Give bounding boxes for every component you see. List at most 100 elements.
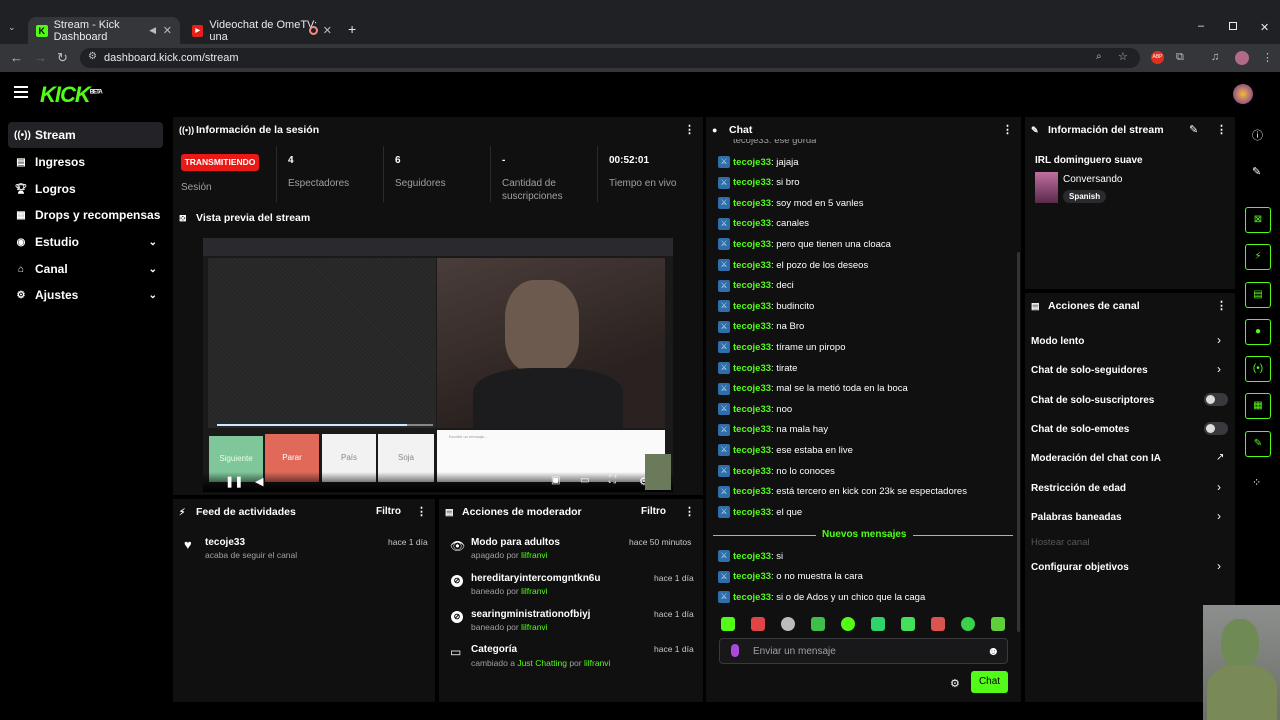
info-icon[interactable]: ⓘ	[1252, 127, 1263, 143]
bookmark-star-icon[interactable]: ☆	[1118, 50, 1128, 63]
mod-item-category[interactable]: Just Chatting	[517, 658, 567, 668]
tab-list-dropdown-icon[interactable]: ⌄	[8, 22, 16, 33]
user-avatar[interactable]	[1233, 84, 1253, 104]
sidebar-item-stream[interactable]: ((•)) Stream	[8, 122, 163, 148]
action-age-restriction[interactable]: Restricción de edad	[1031, 483, 1126, 494]
mod-item-by[interactable]: lilfranvi	[521, 586, 547, 596]
chat-username[interactable]: tecoje33	[733, 198, 771, 209]
chat-username[interactable]: tecoje33	[733, 321, 771, 332]
chat-username[interactable]: tecoje33	[733, 301, 771, 312]
sidebar-item-logros[interactable]: 🏆︎ Logros	[8, 176, 163, 202]
more-options-icon[interactable]: ⋮	[684, 123, 695, 136]
add-widget-icon[interactable]: ⁘	[1252, 476, 1261, 489]
emote-icon[interactable]	[991, 617, 1005, 631]
chat-settings-icon[interactable]: ⚙	[950, 677, 960, 690]
back-icon[interactable]: ←	[10, 50, 23, 65]
external-link-icon[interactable]: ↗	[1216, 452, 1224, 463]
close-window-icon[interactable]: ✕	[1260, 21, 1269, 34]
chat-send-button[interactable]: Chat	[971, 671, 1008, 693]
chat-bubble-icon[interactable]: ●	[1245, 319, 1271, 345]
profile-avatar[interactable]	[1235, 51, 1249, 65]
more-options-icon[interactable]: ⋮	[684, 505, 695, 518]
wrench-icon[interactable]: ✎	[1245, 431, 1271, 457]
emotes-only-toggle[interactable]	[1204, 422, 1228, 435]
mod-item-by[interactable]: lilfranvi	[521, 622, 547, 632]
sidebar-item-drops[interactable]: ▦ Drops y recompensas	[8, 202, 163, 228]
volume-icon[interactable]: ◀	[255, 475, 263, 488]
sidebar-item-ajustes[interactable]: ⚙ Ajustes ⌄	[8, 282, 163, 308]
sidebar-item-ingresos[interactable]: ▤ Ingresos	[8, 149, 163, 175]
forward-icon[interactable]: →	[34, 50, 47, 65]
chat-username[interactable]: tecoje33	[733, 507, 771, 518]
more-options-icon[interactable]: ⋮	[1002, 123, 1013, 136]
action-ai-moderation[interactable]: Moderación del chat con IA	[1031, 453, 1161, 464]
mod-filter-button[interactable]: Filtro	[641, 506, 666, 517]
emote-icon[interactable]	[871, 617, 885, 631]
kick-logo[interactable]: KICKBETA	[40, 82, 103, 108]
theater-icon[interactable]: ▭	[580, 475, 589, 486]
chevron-right-icon[interactable]: ›	[1217, 333, 1221, 347]
emote-icon[interactable]	[931, 617, 945, 631]
close-tab-icon[interactable]: ✕	[323, 24, 332, 37]
ometv-message-input[interactable]: Escribe un mensaje...	[449, 434, 487, 439]
restore-icon[interactable]	[1229, 22, 1237, 30]
chat-scrollbar[interactable]	[1017, 252, 1020, 632]
chevron-right-icon[interactable]: ›	[1217, 509, 1221, 523]
action-slow-mode[interactable]: Modo lento	[1031, 336, 1084, 347]
edit-icon[interactable]: ✎	[1189, 123, 1198, 136]
chat-username[interactable]: tecoje33	[733, 363, 771, 374]
chat-username[interactable]: tecoje33	[733, 592, 771, 603]
chat-username[interactable]: tecoje33	[733, 383, 771, 394]
pip-icon[interactable]: ▣	[551, 475, 560, 486]
emote-icon[interactable]	[751, 617, 765, 631]
browser-menu-icon[interactable]: ⋮	[1262, 51, 1273, 64]
media-controls-icon[interactable]: ♫	[1211, 51, 1219, 63]
chevron-right-icon[interactable]: ›	[1217, 480, 1221, 494]
emote-icon[interactable]	[961, 617, 975, 631]
stream-category[interactable]: Conversando	[1063, 174, 1122, 185]
action-followers-only[interactable]: Chat de solo-seguidores	[1031, 365, 1148, 376]
tab-kick-dashboard[interactable]: K Stream - Kick Dashboard ◀ ✕	[28, 17, 180, 44]
microphone-icon[interactable]	[731, 644, 739, 657]
chat-username[interactable]: tecoje33	[733, 280, 771, 291]
chat-username[interactable]: tecoje33	[733, 424, 771, 435]
mod-item-by[interactable]: lilfranvi	[521, 550, 547, 560]
chat-username[interactable]: tecoje33	[733, 551, 771, 562]
stream-preview-video[interactable]: Siguiente Parar País Soja Escribe un men…	[203, 238, 673, 492]
subscribers-only-toggle[interactable]	[1204, 393, 1228, 406]
adblock-extension-icon[interactable]: ABP	[1151, 51, 1164, 64]
chat-username[interactable]: tecoje33	[733, 218, 771, 229]
emote-icon[interactable]	[781, 617, 795, 631]
more-options-icon[interactable]: ⋮	[1216, 299, 1227, 312]
chat-username[interactable]: tecoje33	[733, 157, 771, 168]
chevron-right-icon[interactable]: ›	[1217, 559, 1221, 573]
close-tab-icon[interactable]: ✕	[163, 24, 172, 37]
more-options-icon[interactable]: ⋮	[416, 505, 427, 518]
new-tab-icon[interactable]: +	[348, 21, 356, 37]
list-icon[interactable]: ▤	[1245, 282, 1271, 308]
chat-username[interactable]: tecoje33	[733, 239, 771, 250]
minimize-icon[interactable]: –	[1198, 20, 1204, 32]
emote-icon[interactable]	[811, 617, 825, 631]
more-options-icon[interactable]: ⋮	[1216, 123, 1227, 136]
bolt-icon[interactable]: ⚡︎	[1245, 244, 1271, 270]
chat-username[interactable]: tecoje33	[733, 466, 771, 477]
sidebar-item-canal[interactable]: ⌂ Canal ⌄	[8, 256, 163, 282]
action-configure-goals[interactable]: Configurar objetivos	[1031, 562, 1129, 573]
extensions-icon[interactable]: ⧉	[1176, 51, 1184, 64]
action-banned-words[interactable]: Palabras baneadas	[1031, 512, 1122, 523]
edit-icon[interactable]: ✎	[1252, 165, 1261, 178]
chat-username[interactable]: tecoje33	[733, 260, 771, 271]
feed-filter-button[interactable]: Filtro	[376, 506, 401, 517]
fullscreen-icon[interactable]: ⛶	[609, 475, 616, 486]
chat-username[interactable]: tecoje33	[733, 571, 771, 582]
feed-item-user[interactable]: tecoje33	[205, 537, 245, 548]
preview-toggle-icon[interactable]: ⊠	[1245, 207, 1271, 233]
emote-icon[interactable]	[721, 617, 735, 631]
chat-username[interactable]: tecoje33	[733, 177, 771, 188]
chat-username[interactable]: tecoje33	[733, 342, 771, 353]
chat-input-field[interactable]: Enviar un mensaje ☻	[719, 638, 1008, 664]
sidebar-item-estudio[interactable]: ◉ Estudio ⌄	[8, 229, 163, 255]
reload-icon[interactable]: ↻	[57, 50, 68, 66]
mod-item-by[interactable]: lilfranvi	[584, 658, 610, 668]
